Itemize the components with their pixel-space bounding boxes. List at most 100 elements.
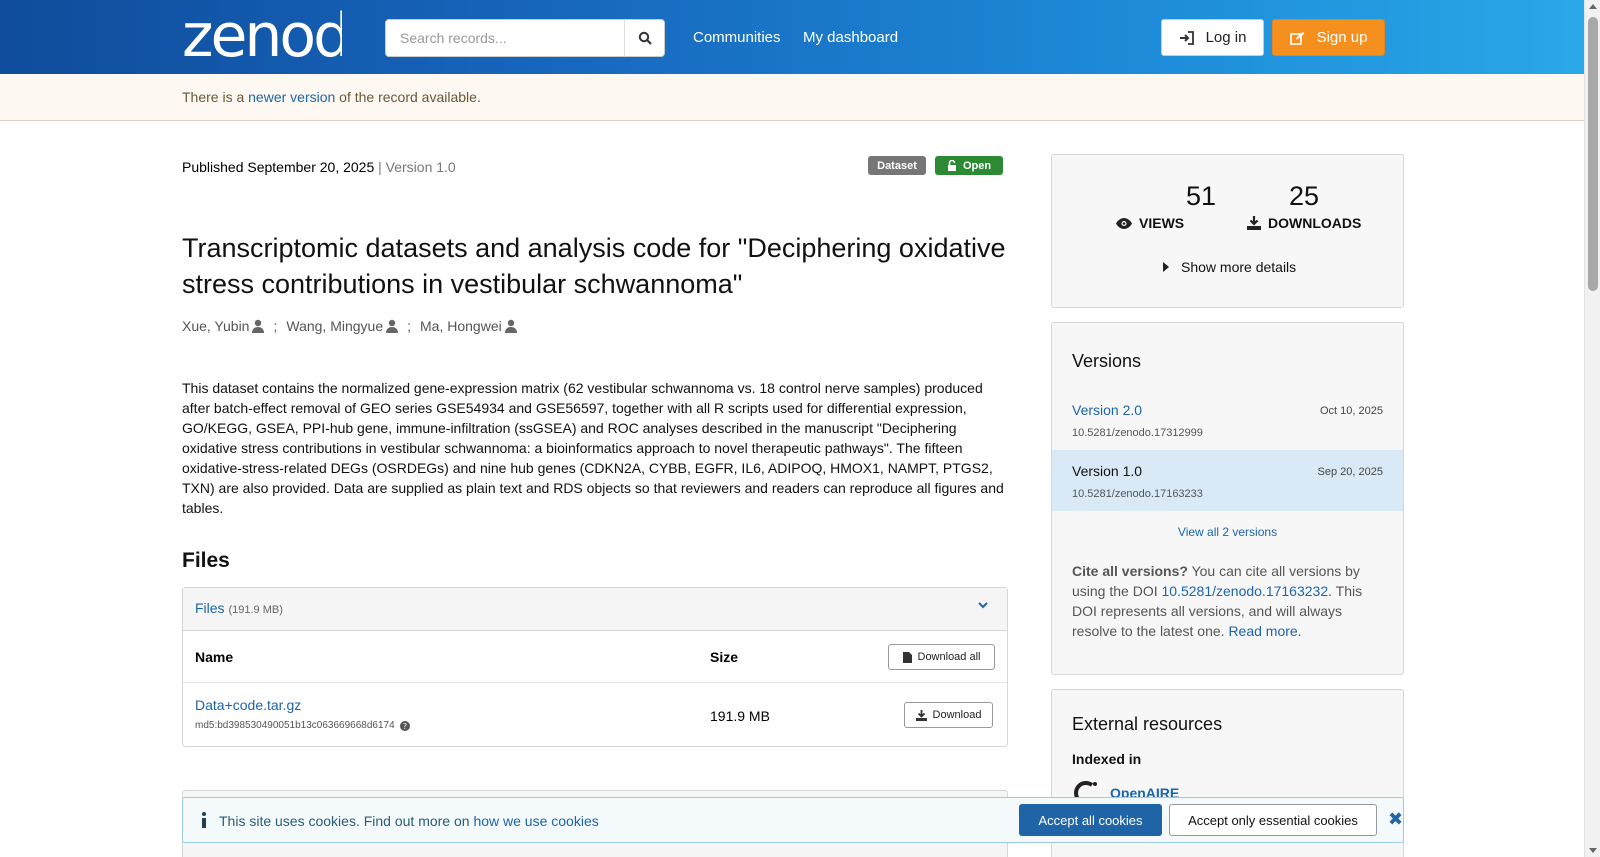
downloads-count: 25: [1288, 181, 1320, 211]
file-checksum: md5:bd398530490051b13c063669668d6174 ?: [195, 720, 410, 731]
download-all-button[interactable]: Download all: [888, 644, 995, 670]
version-doi: 10.5281/zenodo.17312999: [1072, 427, 1203, 439]
notice-text: There is a newer version of the record a…: [182, 89, 481, 105]
download-button[interactable]: Download: [904, 702, 993, 728]
downloads-label-text: DOWNLOADS: [1268, 215, 1362, 231]
signup-button[interactable]: Sign up: [1272, 19, 1385, 56]
chevron-down-icon[interactable]: [977, 600, 989, 610]
login-button[interactable]: Log in: [1161, 19, 1264, 56]
record-title: Transcriptomic datasets and analysis cod…: [182, 233, 1006, 299]
unlock-icon: [947, 160, 956, 171]
access-label: Open: [962, 159, 992, 172]
file-archive-icon: [902, 651, 912, 663]
question-circle-icon[interactable]: ?: [399, 720, 410, 731]
files-total-size: (191.9 MB): [228, 604, 283, 616]
files-panel-toggle[interactable]: Files (191.9 MB): [183, 588, 1007, 631]
cookie-text: This site uses cookies. Find out more on: [219, 813, 474, 829]
scrollbar-thumb[interactable]: [1588, 17, 1598, 291]
publication-info: Published September 20, 2025 | Version 1…: [182, 159, 456, 175]
accept-essential-cookies-button[interactable]: Accept only essential cookies: [1169, 804, 1377, 836]
svg-text:zenodo: zenodo: [182, 6, 342, 62]
person-icon: [252, 319, 265, 333]
signup-label: Sign up: [1316, 29, 1368, 46]
column-size: Size: [710, 649, 739, 665]
cite-all-versions: Cite all versions? You can cite all vers…: [1072, 561, 1388, 641]
cookie-policy-link[interactable]: how we use cookies: [473, 813, 598, 829]
zenodo-logo[interactable]: zenodo: [182, 6, 342, 62]
external-resources-title: External resources: [1072, 714, 1223, 734]
files-panel: Files (191.9 MB) Name Size Download all …: [182, 587, 1008, 747]
show-more-details-toggle[interactable]: Show more details: [1163, 259, 1296, 275]
page-scrollbar[interactable]: [1584, 0, 1600, 857]
top-header: zenodo Search records... Communities My …: [0, 0, 1600, 74]
file-link[interactable]: Data+code.tar.gz: [195, 697, 301, 713]
resource-type-badge: Dataset: [868, 156, 926, 175]
eye-icon: [1116, 217, 1132, 229]
stats-card: 51 VIEWS 25 DOWNLOADS Show more details: [1051, 154, 1404, 308]
cite-heading: Cite all versions?: [1072, 563, 1188, 579]
version-date: Oct 10, 2025: [1320, 405, 1383, 417]
version-label: Version 1.0: [385, 159, 456, 175]
search-input[interactable]: Search records...: [385, 19, 625, 57]
files-table-header: Name Size Download all: [183, 631, 1007, 683]
cookie-message: This site uses cookies. Find out more on…: [219, 813, 599, 829]
sign-in-icon: [1179, 30, 1194, 45]
edit-icon: [1289, 31, 1305, 45]
version-doi: 10.5281/zenodo.17163233: [1072, 488, 1203, 500]
view-all-versions-link[interactable]: View all 2 versions: [1052, 525, 1403, 539]
nav-my-dashboard[interactable]: My dashboard: [803, 29, 898, 46]
version-link[interactable]: Version 1.0: [1072, 463, 1142, 479]
close-icon[interactable]: ✖: [1388, 809, 1403, 830]
files-panel-label[interactable]: Files: [195, 600, 225, 616]
search-button[interactable]: [624, 19, 665, 57]
file-md5: md5:bd398530490051b13c063669668d6174: [195, 720, 395, 731]
files-heading: Files: [182, 549, 230, 572]
versions-card: Versions Version 2.0 10.5281/zenodo.1731…: [1051, 322, 1404, 675]
versions-title: Versions: [1072, 351, 1142, 371]
cite-suffix: .: [1297, 623, 1302, 639]
show-more-label: Show more details: [1181, 259, 1297, 275]
author-separator: ;: [407, 318, 412, 334]
concept-doi-link[interactable]: 10.5281/zenodo.17163232: [1162, 583, 1329, 599]
caret-right-icon: [1163, 262, 1169, 272]
version-item-active[interactable]: Version 1.0 10.5281/zenodo.17163233 Sep …: [1052, 450, 1403, 511]
login-label: Log in: [1205, 29, 1247, 46]
accept-all-cookies-button[interactable]: Accept all cookies: [1019, 804, 1162, 836]
downloads-label: DOWNLOADS: [1247, 215, 1361, 231]
person-icon: [386, 319, 399, 333]
info-icon: [202, 812, 206, 828]
download-all-label: Download all: [917, 651, 981, 663]
version-date: Sep 20, 2025: [1317, 466, 1383, 478]
svg-text:?: ?: [403, 722, 407, 731]
views-label: VIEWS: [1116, 215, 1184, 231]
column-name: Name: [195, 649, 234, 665]
download-icon: [915, 709, 927, 721]
scroll-up-icon[interactable]: [1589, 4, 1597, 9]
download-label: Download: [932, 709, 982, 721]
cookie-banner: This site uses cookies. Find out more on…: [182, 797, 1404, 843]
indexed-in-label: Indexed in: [1072, 751, 1142, 767]
version-separator: |: [374, 159, 386, 175]
version-item[interactable]: Version 2.0 10.5281/zenodo.17312999 Oct …: [1052, 389, 1403, 450]
author-name[interactable]: Xue, Yubin: [182, 318, 249, 334]
download-icon: [1247, 216, 1261, 230]
published-date: Published September 20, 2025: [182, 159, 375, 175]
newer-version-link[interactable]: newer version: [248, 89, 335, 105]
record-description: This dataset contains the normalized gen…: [182, 380, 1004, 516]
file-size: 191.9 MB: [710, 708, 770, 724]
authors-list: Xue, Yubin ; Wang, Mingyue ; Ma, Hongwei: [182, 318, 518, 334]
read-more-link[interactable]: Read more: [1228, 623, 1297, 639]
person-icon: [504, 319, 517, 333]
notice-suffix: of the record available.: [335, 89, 481, 105]
scroll-down-icon[interactable]: [1589, 848, 1597, 853]
version-link[interactable]: Version 2.0: [1072, 402, 1142, 418]
newer-version-notice: There is a newer version of the record a…: [0, 74, 1584, 121]
author-separator: ;: [273, 318, 278, 334]
search-icon: [638, 31, 652, 45]
access-badge: Open: [935, 156, 1003, 175]
author-name[interactable]: Ma, Hongwei: [420, 318, 502, 334]
table-row: Data+code.tar.gz md5:bd398530490051b13c0…: [183, 683, 1007, 746]
notice-prefix: There is a: [182, 89, 249, 105]
author-name[interactable]: Wang, Mingyue: [286, 318, 383, 334]
nav-communities[interactable]: Communities: [693, 29, 781, 46]
